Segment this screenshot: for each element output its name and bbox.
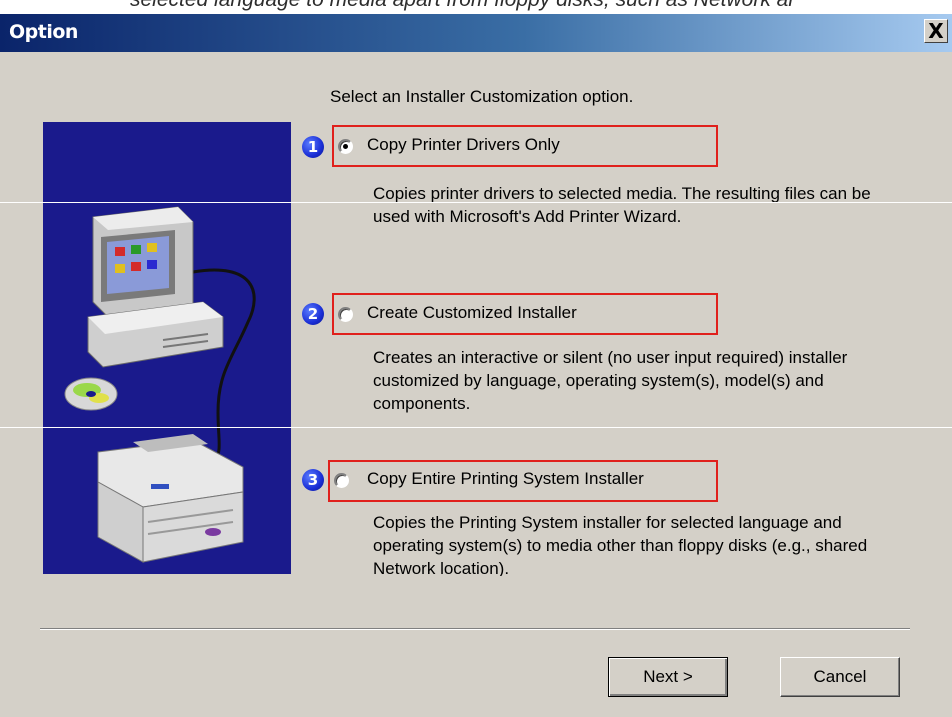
option-2-description: Creates an interactive or silent (no use… bbox=[373, 348, 848, 413]
computer-printer-illustration bbox=[64, 206, 256, 563]
option-dialog: Option X Select an Installer Customizati… bbox=[0, 14, 952, 717]
option-1-number-badge: 1 bbox=[302, 136, 324, 158]
option-3-radio[interactable] bbox=[334, 473, 349, 488]
option-1-label[interactable]: Copy Printer Drivers Only bbox=[367, 135, 560, 155]
computer-icon bbox=[87, 206, 224, 368]
close-button[interactable]: X bbox=[924, 19, 948, 43]
option-3-description-clip: Copies the Printing System installer for… bbox=[373, 511, 893, 576]
background-document-strip: selected language to media apart from fl… bbox=[0, 0, 952, 14]
option-1-description: Copies printer drivers to selected media… bbox=[373, 184, 871, 226]
option-3-number-badge: 3 bbox=[302, 469, 324, 491]
option-2-radio[interactable] bbox=[338, 307, 353, 322]
divider-line bbox=[0, 202, 952, 203]
divider-line bbox=[0, 427, 952, 428]
close-icon: X bbox=[928, 19, 944, 43]
option-3-label[interactable]: Copy Entire Printing System Installer bbox=[367, 469, 644, 489]
background-document-text: selected language to media apart from fl… bbox=[130, 0, 795, 12]
option-1-radio[interactable] bbox=[338, 139, 353, 154]
option-2-label[interactable]: Create Customized Installer bbox=[367, 303, 577, 323]
option-2-number-badge: 2 bbox=[302, 303, 324, 325]
dialog-title: Option bbox=[9, 21, 78, 43]
installer-illustration bbox=[43, 122, 291, 574]
printer-icon bbox=[97, 434, 244, 563]
title-bar[interactable]: Option X bbox=[0, 14, 952, 52]
instruction-text: Select an Installer Customization option… bbox=[330, 87, 634, 106]
option-3-description: Copies the Printing System installer for… bbox=[373, 513, 868, 576]
button-separator bbox=[40, 628, 910, 630]
next-button[interactable]: Next > bbox=[608, 657, 728, 697]
cd-disc-icon bbox=[64, 377, 118, 411]
cancel-button[interactable]: Cancel bbox=[780, 657, 900, 697]
